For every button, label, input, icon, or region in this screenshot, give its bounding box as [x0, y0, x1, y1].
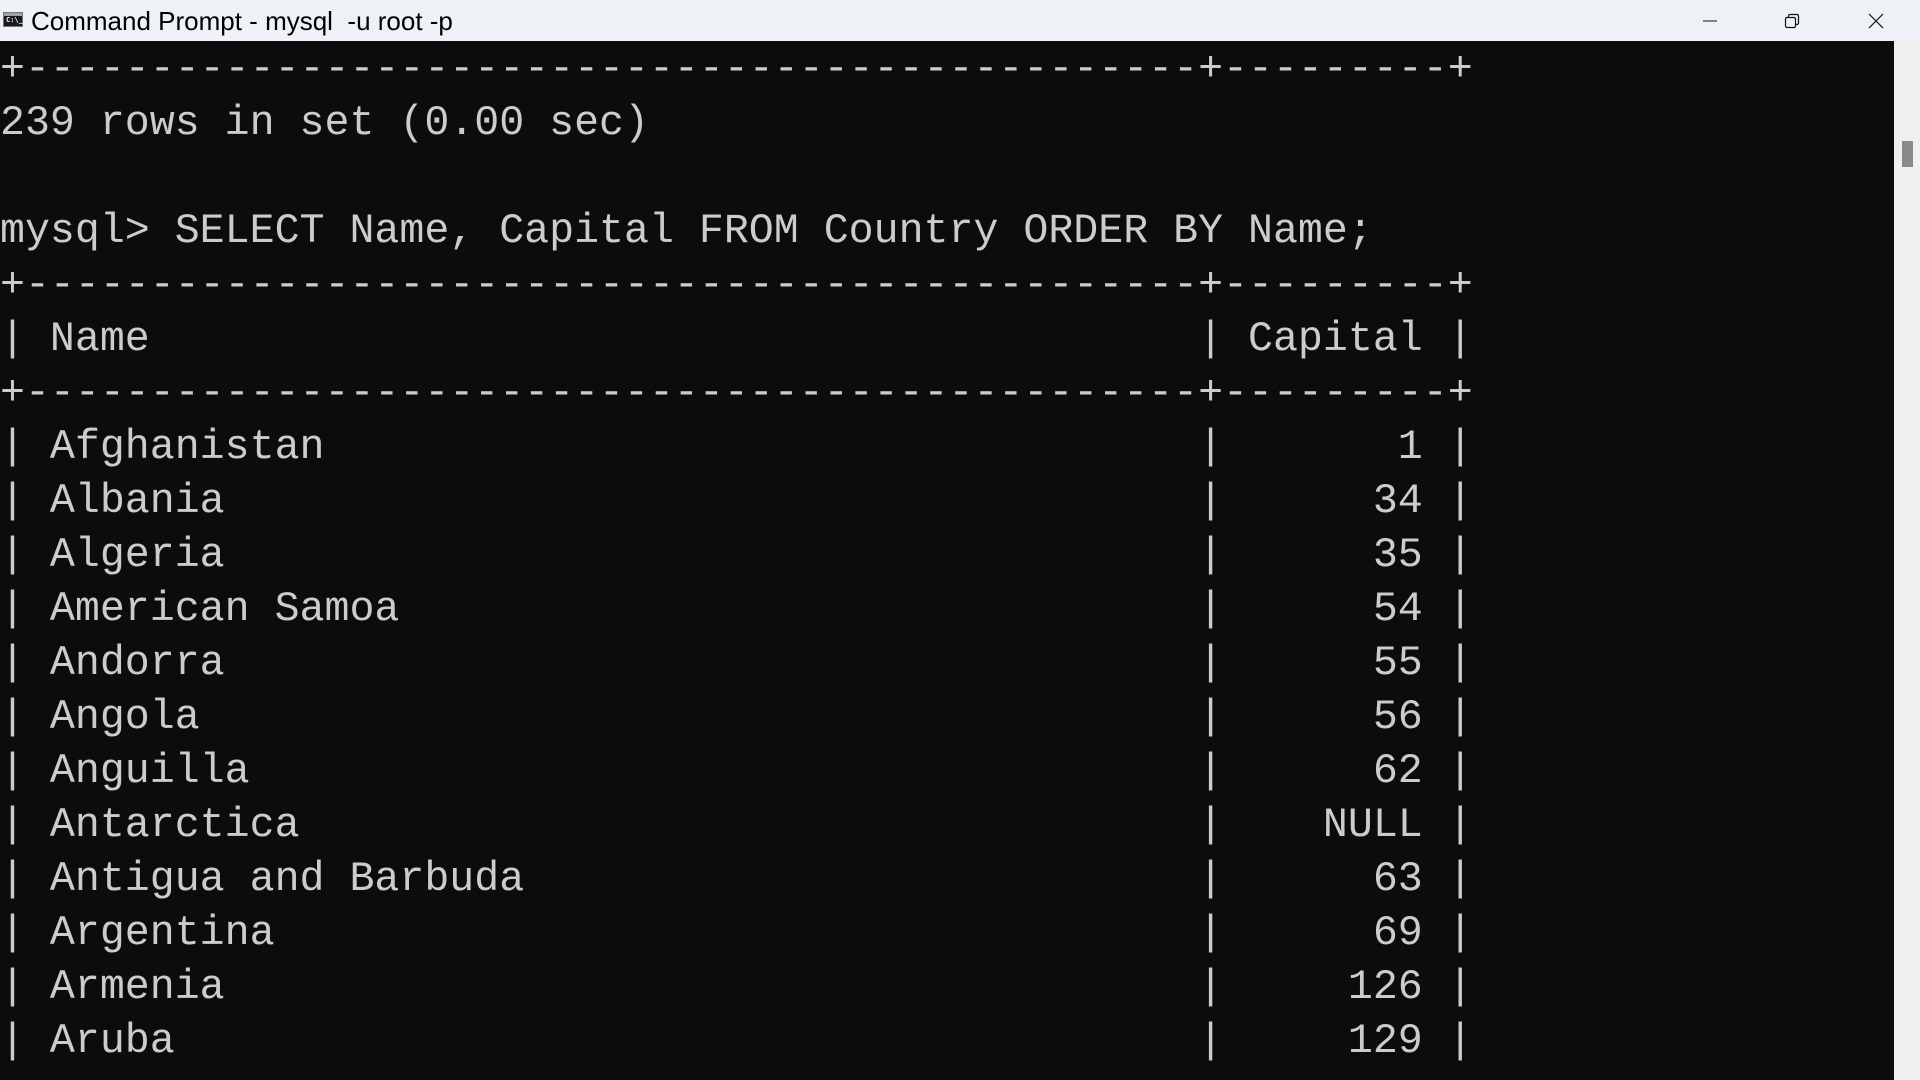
- terminal-output[interactable]: +---------------------------------------…: [0, 41, 1894, 1080]
- table-row: | Anguilla | 62 |: [0, 748, 1473, 795]
- table-row: | Aruba | 129 |: [0, 1018, 1473, 1065]
- close-button[interactable]: [1836, 0, 1916, 41]
- table-header: | Name | Capital |: [0, 316, 1473, 363]
- restore-icon: [1784, 13, 1800, 28]
- table-row: | Angola | 56 |: [0, 694, 1473, 741]
- table-row: | Armenia | 126 |: [0, 964, 1473, 1011]
- table-row: | Albania | 34 |: [0, 478, 1473, 525]
- cmd-icon-text: C:\_: [6, 16, 23, 24]
- result-summary: 239 rows in set (0.00 sec): [0, 100, 649, 147]
- table-row: | American Samoa | 54 |: [0, 586, 1473, 633]
- table-border: +---------------------------------------…: [0, 370, 1473, 417]
- table-row: | Afghanistan | 1 |: [0, 424, 1473, 471]
- command-line: mysql> SELECT Name, Capital FROM Country…: [0, 208, 1373, 255]
- close-icon: [1868, 13, 1884, 28]
- title-bar[interactable]: C:\_ Command Prompt - mysql -u root -p: [0, 0, 1920, 41]
- table-row: | Antigua and Barbuda | 63 |: [0, 856, 1473, 903]
- table-row: | Algeria | 35 |: [0, 532, 1473, 579]
- table-border: +---------------------------------------…: [0, 46, 1473, 93]
- window-title: Command Prompt - mysql -u root -p: [31, 6, 453, 36]
- minimize-icon: [1703, 20, 1717, 21]
- cmd-icon: C:\_: [3, 12, 23, 27]
- table-row: | Antarctica | NULL |: [0, 802, 1473, 849]
- restore-button[interactable]: [1752, 0, 1832, 41]
- minimize-button[interactable]: [1670, 0, 1750, 41]
- table-row: | Argentina | 69 |: [0, 910, 1473, 957]
- vertical-scrollbar[interactable]: [1894, 41, 1920, 1080]
- table-row: | Andorra | 55 |: [0, 640, 1473, 687]
- table-border: +---------------------------------------…: [0, 262, 1473, 309]
- scrollbar-thumb[interactable]: [1902, 141, 1913, 167]
